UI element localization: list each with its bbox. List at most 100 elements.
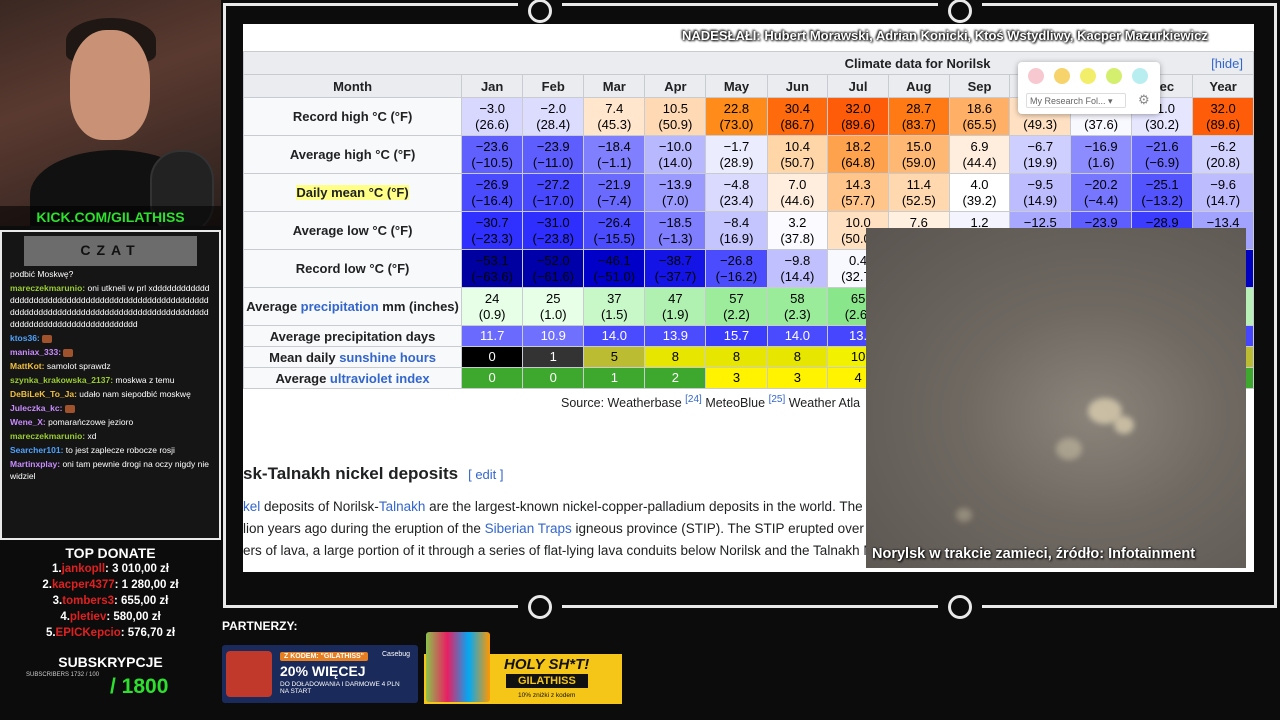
chat-username[interactable]: szynka_krakowska_2137: — [10, 375, 113, 385]
wiki-link[interactable]: sunshine hours — [339, 350, 436, 365]
chat-text: xd — [87, 431, 97, 441]
month-header: Feb — [522, 74, 585, 98]
chat-username[interactable]: Wene_X: — [10, 417, 46, 427]
climate-cell: −26.8 (−16.2) — [705, 249, 768, 288]
climate-cell: 18.6 (65.5) — [948, 97, 1011, 136]
cell-value-f: (14.4) — [780, 268, 815, 284]
chat-username[interactable]: MattKot: — [10, 361, 44, 371]
paragraph-line: lion years ago during the eruption of th… — [243, 518, 883, 540]
research-folder-select[interactable]: My Research Fol... ▾ — [1026, 93, 1126, 108]
wiki-link[interactable]: Talnakh — [379, 499, 426, 514]
cell-value-f: (50.9) — [658, 116, 693, 132]
climate-cell: −6.2 (20.8) — [1192, 135, 1254, 174]
research-popup[interactable]: My Research Fol... ▾ ⚙ — [1018, 62, 1160, 114]
cell-value-f: (1.0) — [539, 306, 567, 322]
chat-username[interactable]: Searcher101: — [10, 445, 63, 455]
highlight-color-swatch[interactable] — [1028, 68, 1044, 84]
section-edit-link[interactable]: [ edit ] — [468, 467, 503, 482]
cell-value: −46.1 — [597, 252, 631, 268]
climate-cell: 0 — [461, 367, 524, 389]
climate-cell: −18.5 (−1.3) — [644, 211, 707, 250]
highlight-color-swatch[interactable] — [1054, 68, 1070, 84]
climate-cell: 58 (2.3) — [766, 287, 829, 326]
wiki-link[interactable]: precipitation — [301, 299, 379, 314]
wiki-link[interactable]: Siberian Traps — [485, 521, 572, 536]
donate-amount: : 580,00 zł — [106, 611, 161, 623]
chat-username[interactable]: ktos36: — [10, 333, 40, 343]
cell-value: 13. — [849, 328, 868, 343]
kick-url-banner: KICK.COM/GILATHISS — [0, 206, 221, 226]
cell-value: −9.8 — [784, 252, 811, 268]
paragraph-line: ers of lava, a large portion of it throu… — [243, 540, 883, 562]
cell-value: 25 — [545, 290, 561, 306]
climate-cell: 47 (1.9) — [644, 287, 707, 326]
cell-value-f: (2.2) — [723, 306, 750, 322]
climate-row: Daily mean °C (°F) −26.9 (−16.4) −27.2 (−17.… — [243, 173, 1254, 212]
cell-value-f: (59.0) — [901, 154, 936, 170]
cell-value: −10.0 — [658, 138, 692, 154]
chat-username[interactable]: mareczekmarunio: — [10, 283, 85, 293]
cell-value-f: (30.2) — [1145, 116, 1180, 132]
cell-value-f: (−23.3) — [471, 230, 513, 246]
ad1-headline: 20% WIĘCEJ — [280, 663, 366, 679]
cell-value: −1.7 — [723, 138, 750, 154]
chat-message: DeBiLeK_To_Ja: udało nam siepodbić moskw… — [10, 388, 211, 400]
source-ref-1[interactable]: [24] — [685, 394, 702, 405]
donate-rank: 2. — [42, 579, 52, 591]
highlight-color-swatch[interactable] — [1132, 68, 1148, 84]
donate-amount: : 576,70 zł — [120, 627, 176, 639]
climate-cell: −18.4 (−1.1) — [583, 135, 646, 174]
emote-icon — [42, 334, 53, 343]
cell-value: 1 — [549, 349, 557, 364]
cell-value-f: (44.4) — [962, 154, 997, 170]
cell-value: 0 — [488, 349, 496, 364]
chat-message: MattKot: samolot sprawdz — [10, 360, 211, 372]
cell-value-f: (50.7) — [780, 154, 815, 170]
wiki-link[interactable]: ultraviolet index — [330, 371, 430, 386]
climate-cell: −46.1 (−51.0) — [583, 249, 646, 288]
casebug-ad[interactable]: Z KODEM: "GILATHISS" 20% WIĘCEJ DO DOŁAD… — [222, 645, 418, 703]
climate-cell: −9.6 (14.7) — [1192, 173, 1254, 212]
source-suffix: Weather Atla — [785, 396, 861, 411]
cell-value: −23.9 — [536, 138, 570, 154]
climate-cell: 14.0 — [766, 325, 829, 347]
cell-value: 0 — [549, 370, 557, 385]
climate-cell: −25.1 (−13.2) — [1131, 173, 1194, 212]
climate-cell: −20.2 (−4.4) — [1070, 173, 1133, 212]
paragraph-text: deposits of Norilsk- — [260, 499, 379, 514]
hide-text[interactable]: hide — [1215, 56, 1240, 71]
holy-ad[interactable]: HOLY SH*T! GILATHISS 10% zniżki z kodem — [424, 632, 622, 704]
chat-message: mareczekmarunio: xd — [10, 430, 211, 442]
highlight-color-picker[interactable] — [1018, 62, 1160, 90]
frame-globe-icon — [938, 595, 982, 619]
source-ref-2[interactable]: [25] — [769, 394, 786, 405]
climate-cell: 0 — [461, 346, 524, 368]
chat-username[interactable]: DeBiLeK_To_Ja: — [10, 389, 77, 399]
gear-icon[interactable]: ⚙ — [1138, 92, 1150, 108]
top-donate-title: TOP DONATE — [65, 545, 156, 561]
cell-value-f: (37.6) — [1084, 116, 1119, 132]
chat-username[interactable]: Juleczka_kc: — [10, 403, 62, 413]
hide-link[interactable]: [hide] — [1211, 56, 1243, 71]
cell-value: 28.7 — [906, 100, 932, 116]
cell-value-f: (14.9) — [1023, 192, 1058, 208]
month-header: Jul — [827, 74, 889, 98]
chat-text: samolot sprawdz — [46, 361, 111, 371]
climate-cell: 14.3 (57.7) — [827, 173, 889, 212]
caption-text: Climate data for Norilsk — [844, 55, 991, 71]
cell-value: −21.9 — [597, 176, 631, 192]
climate-cell: −52.0 (−61.6) — [522, 249, 585, 288]
chat-username[interactable]: maniax_333: — [10, 347, 61, 357]
highlight-color-swatch[interactable] — [1106, 68, 1122, 84]
chat-username[interactable]: Martinxplay: — [10, 459, 60, 469]
cell-value-f: (57.7) — [841, 192, 876, 208]
cell-value: −23.6 — [475, 138, 509, 154]
chat-username[interactable]: mareczekmarunio: — [10, 431, 85, 441]
highlight-color-swatch[interactable] — [1080, 68, 1096, 84]
cell-value: 7.0 — [788, 176, 807, 192]
climate-cell: 6.9 (44.4) — [948, 135, 1011, 174]
cell-value-f: (−63.6) — [471, 268, 513, 284]
wiki-link[interactable]: kel — [243, 499, 260, 514]
cell-value: −26.4 — [597, 214, 631, 230]
cell-value-f: (37.8) — [780, 230, 815, 246]
